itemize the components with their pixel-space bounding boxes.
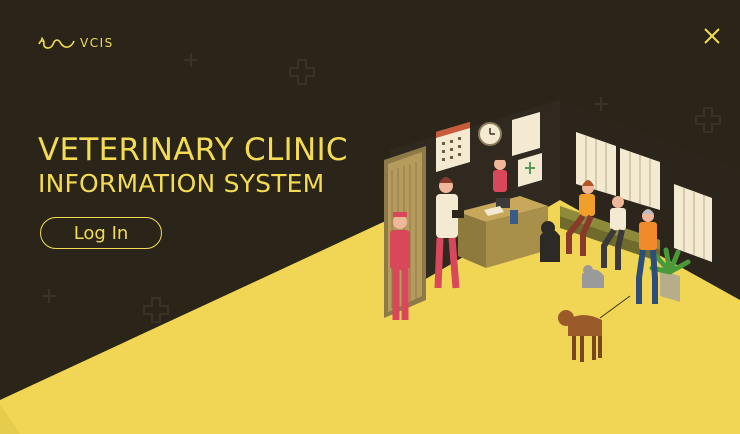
title-line-1: VETERINARY CLINIC [38,132,348,168]
brand-name: VCIS [80,36,114,50]
page-title: VETERINARY CLINIC INFORMATION SYSTEM [38,132,348,200]
title-line-2: INFORMATION SYSTEM [38,169,325,198]
close-button[interactable] [702,26,722,46]
login-screen: VCIS VETERINARY CLINIC INFORMATION SYSTE… [0,0,740,434]
close-icon [704,28,720,44]
login-button[interactable]: Log In [40,217,162,249]
brand-logo: VCIS [38,36,114,50]
cat-logo-icon [38,36,75,49]
wall-clock [478,122,502,146]
